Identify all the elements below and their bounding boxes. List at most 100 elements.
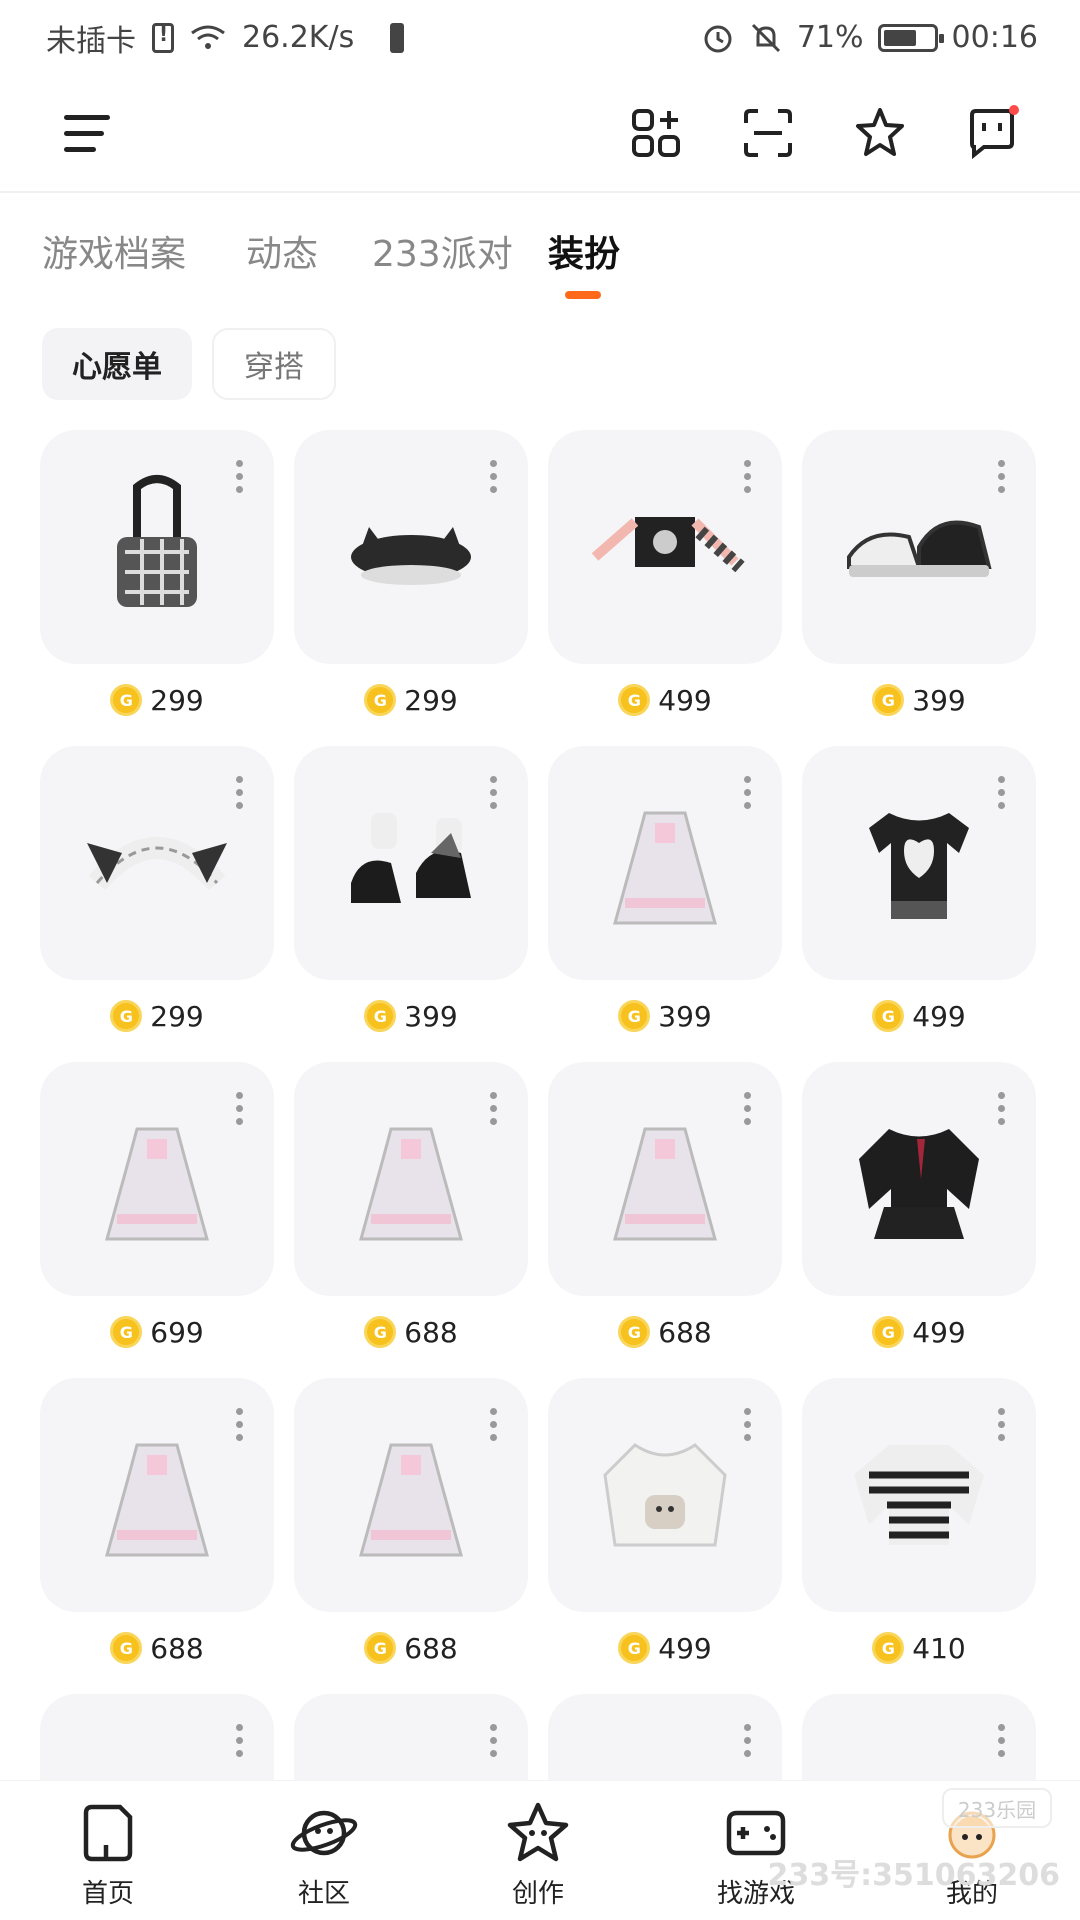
item-price: G 399 [294, 980, 528, 1052]
price-value: 688 [150, 1631, 204, 1665]
coin-icon: G [364, 1632, 397, 1664]
item-card[interactable] [294, 1694, 528, 1780]
more-options-icon[interactable] [742, 1408, 752, 1448]
more-options-icon[interactable] [488, 1408, 498, 1448]
shoes-icon [351, 813, 471, 903]
item-thumbnail[interactable] [802, 1062, 1036, 1296]
coin-icon: G [110, 1000, 143, 1032]
chip-wishlist[interactable]: 心愿单 [42, 328, 192, 400]
more-options-icon[interactable] [996, 1724, 1006, 1764]
item-thumbnail[interactable] [40, 430, 274, 664]
tab-233-party[interactable]: 233派对 [372, 225, 513, 277]
item-card[interactable]: G 399 [802, 430, 1036, 736]
item-thumbnail[interactable] [548, 1378, 782, 1612]
item-card[interactable]: G 499 [802, 746, 1036, 1052]
item-thumbnail[interactable] [40, 746, 274, 980]
more-options-icon[interactable] [234, 460, 244, 500]
item-thumbnail[interactable] [548, 430, 782, 664]
hoodie-icon [603, 1443, 727, 1547]
item-card[interactable]: G 499 [802, 1062, 1036, 1368]
tab-moments[interactable]: 动态 [246, 225, 318, 277]
price-value: 410 [912, 1631, 966, 1665]
favorite-star-icon[interactable] [852, 105, 908, 161]
coin-icon: G [110, 684, 143, 716]
dress-icon [359, 1127, 463, 1241]
more-options-icon[interactable] [488, 1724, 498, 1764]
item-thumbnail[interactable] [294, 746, 528, 980]
more-options-icon[interactable] [234, 1724, 244, 1764]
more-options-icon[interactable] [996, 1092, 1006, 1132]
item-card[interactable]: G 299 [40, 746, 274, 1052]
more-options-icon[interactable] [996, 1408, 1006, 1448]
item-card[interactable] [40, 1694, 274, 1780]
item-card[interactable]: G 499 [548, 1378, 782, 1684]
price-value: 399 [912, 683, 966, 717]
item-card[interactable]: G 299 [40, 430, 274, 736]
item-card[interactable]: G 399 [294, 746, 528, 1052]
more-options-icon[interactable] [742, 776, 752, 816]
item-thumbnail[interactable] [548, 746, 782, 980]
menu-icon[interactable] [64, 115, 110, 153]
item-card[interactable]: G 299 [294, 430, 528, 736]
clock: 00:16 [951, 20, 1038, 55]
home-icon [83, 1804, 133, 1862]
item-thumbnail[interactable] [40, 1062, 274, 1296]
nav-create[interactable]: 创作 [478, 1801, 598, 1910]
item-thumbnail[interactable] [802, 1378, 1036, 1612]
item-price: G 688 [40, 1612, 274, 1684]
message-icon[interactable] [964, 105, 1020, 161]
tab-game-records[interactable]: 游戏档案 [42, 225, 186, 277]
chip-outfits[interactable]: 穿搭 [212, 328, 336, 400]
more-options-icon[interactable] [742, 1092, 752, 1132]
item-card[interactable]: G 410 [802, 1378, 1036, 1684]
item-icon [67, 1721, 247, 1780]
item-thumbnail[interactable] [294, 1062, 528, 1296]
item-card[interactable]: G 688 [40, 1378, 274, 1684]
coin-icon: G [364, 1000, 397, 1032]
item-thumbnail[interactable] [802, 1694, 1036, 1780]
item-card[interactable]: G 688 [294, 1378, 528, 1684]
item-card[interactable] [548, 1694, 782, 1780]
price-value: 699 [150, 1315, 204, 1349]
item-card[interactable] [802, 1694, 1036, 1780]
item-card[interactable]: G 688 [294, 1062, 528, 1368]
apps-icon[interactable] [628, 105, 684, 161]
more-options-icon[interactable] [488, 1092, 498, 1132]
dress-icon [613, 1127, 717, 1241]
item-thumbnail[interactable] [802, 430, 1036, 664]
headband-icon [87, 837, 227, 891]
scan-icon[interactable] [740, 105, 796, 161]
more-options-icon[interactable] [234, 1408, 244, 1448]
more-options-icon[interactable] [742, 1724, 752, 1764]
item-card[interactable]: G 688 [548, 1062, 782, 1368]
more-options-icon[interactable] [996, 776, 1006, 816]
item-price: G 688 [294, 1612, 528, 1684]
beret-icon [351, 527, 471, 585]
bottom-nav: 首页 社区 创作 找游戏 我的 233乐园 233号:351063206 [0, 1780, 1080, 1920]
price-value: 299 [150, 683, 204, 717]
item-thumbnail[interactable] [40, 1694, 274, 1780]
dress-icon [105, 1443, 209, 1557]
more-options-icon[interactable] [234, 1092, 244, 1132]
nav-home[interactable]: 首页 [48, 1801, 168, 1910]
more-options-icon[interactable] [996, 460, 1006, 500]
item-card[interactable]: G 499 [548, 430, 782, 736]
item-thumbnail[interactable] [294, 1378, 528, 1612]
item-card[interactable]: G 399 [548, 746, 782, 1052]
item-thumbnail[interactable] [802, 746, 1036, 980]
item-thumbnail[interactable] [548, 1694, 782, 1780]
item-thumbnail[interactable] [40, 1378, 274, 1612]
item-thumbnail[interactable] [294, 1694, 528, 1780]
more-options-icon[interactable] [488, 776, 498, 816]
item-price: G 399 [548, 980, 782, 1052]
item-card[interactable]: G 699 [40, 1062, 274, 1368]
tab-dress-up[interactable]: 装扮 [548, 225, 620, 277]
price-value: 688 [658, 1315, 712, 1349]
more-options-icon[interactable] [742, 460, 752, 500]
price-value: 499 [658, 1631, 712, 1665]
nav-community[interactable]: 社区 [264, 1801, 384, 1910]
more-options-icon[interactable] [488, 460, 498, 500]
more-options-icon[interactable] [234, 776, 244, 816]
item-thumbnail[interactable] [294, 430, 528, 664]
item-thumbnail[interactable] [548, 1062, 782, 1296]
